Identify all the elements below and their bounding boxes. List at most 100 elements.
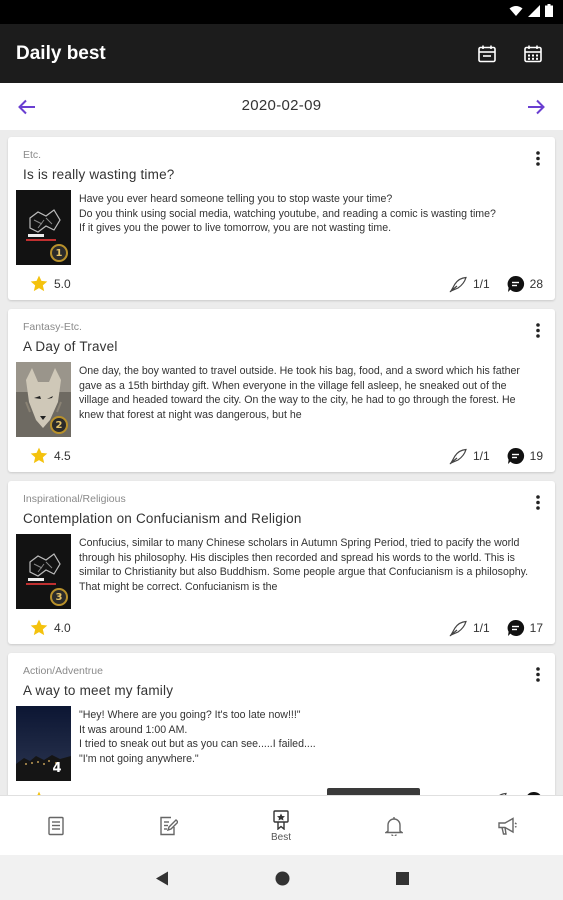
story-title: A way to meet my family	[23, 683, 174, 698]
rank-badge: 1	[50, 244, 68, 262]
story-thumbnail: 2	[16, 362, 71, 437]
episode-value: 1/1	[472, 277, 490, 291]
page-title: Daily best	[16, 42, 106, 64]
comment-count: 17	[507, 619, 543, 637]
comment-value: 19	[529, 449, 543, 463]
story-thumbnail: 4	[16, 706, 71, 781]
comment-icon	[507, 619, 524, 636]
more-vert-icon	[536, 150, 540, 166]
next-date-button[interactable]	[521, 93, 551, 121]
story-excerpt: One day, the boy wanted to travel outsid…	[79, 364, 539, 428]
nav-item-announcements[interactable]	[451, 796, 563, 856]
excerpt-line: One day, the boy wanted to travel outsid…	[79, 365, 520, 421]
signal-icon	[528, 4, 540, 17]
story-thumbnail: 3	[16, 534, 71, 609]
comment-icon	[507, 275, 524, 292]
quill-icon	[449, 620, 467, 636]
more-options-button[interactable]	[527, 319, 549, 341]
rating-value: 4.0	[54, 620, 71, 635]
arrow-right-icon	[528, 99, 545, 115]
nav-label-best: Best	[270, 831, 291, 843]
more-options-button[interactable]	[527, 147, 549, 169]
story-genre: Action/Adventrue	[23, 665, 103, 677]
rank-badge: 2	[50, 416, 68, 434]
excerpt-line: Do you think using social media, watchin…	[79, 207, 496, 220]
status-icons	[509, 4, 553, 17]
comment-count: 19	[507, 447, 543, 465]
comment-icon	[507, 447, 524, 464]
story-rating: 4.0	[30, 619, 71, 636]
rating-value: 4.5	[54, 448, 71, 463]
more-vert-icon	[536, 666, 540, 682]
document-icon	[48, 816, 64, 836]
back-button[interactable]	[151, 867, 173, 889]
excerpt-line: Confucius, similar to many Chinese schol…	[79, 537, 529, 593]
story-rating: 4.5	[30, 447, 71, 464]
star-icon	[30, 447, 48, 464]
home-button[interactable]	[271, 867, 293, 889]
calendar-month-button[interactable]	[510, 31, 555, 76]
best-medal-icon	[273, 809, 289, 830]
wifi-icon	[509, 5, 523, 16]
edit-document-icon	[160, 816, 178, 836]
calendar-day-icon	[477, 45, 496, 62]
star-icon	[30, 619, 48, 636]
story-card[interactable]: Fantasy-Etc. A Day of Travel 2 One day, …	[8, 309, 555, 472]
comment-value: 28	[529, 277, 543, 291]
story-card[interactable]: Action/Adventrue A way to meet my family…	[8, 653, 555, 795]
story-stats: 1/1 17	[449, 619, 543, 637]
date-navigator: 2020-02-09	[0, 83, 563, 130]
more-vert-icon	[536, 494, 540, 510]
story-excerpt: Confucius, similar to many Chinese schol…	[79, 536, 539, 600]
story-card[interactable]: Etc. Is is really wasting time? 1 Have y…	[8, 137, 555, 300]
nav-item-write[interactable]	[112, 796, 224, 856]
more-options-button[interactable]	[527, 663, 549, 685]
story-genre: Etc.	[23, 149, 42, 161]
episode-count: 1/1	[449, 276, 490, 293]
bottom-navigation: Best	[0, 795, 563, 855]
excerpt-line: "Hey! Where are you going? It's too late…	[79, 709, 301, 721]
comment-count: 28	[507, 275, 543, 293]
excerpt-line: "I'm not going anywhere."	[79, 752, 199, 765]
quill-icon	[449, 276, 467, 292]
episode-count: 1/1	[449, 448, 490, 465]
excerpt-line: Have you ever heard someone telling you …	[79, 193, 393, 205]
story-stats: 1/1 28	[449, 275, 543, 293]
more-options-button[interactable]	[527, 491, 549, 513]
episode-value: 1/1	[472, 449, 490, 463]
back-triangle-icon	[156, 871, 168, 885]
more-vert-icon	[536, 322, 540, 338]
excerpt-line: If it gives you the power to live tomorr…	[79, 222, 392, 234]
status-bar	[0, 0, 563, 24]
app-bar: Daily best	[0, 24, 563, 83]
story-title: Contemplation on Confucianism and Religi…	[23, 511, 302, 526]
excerpt-line: It was around 1:00 AM.	[79, 723, 188, 736]
calendar-month-icon	[523, 45, 542, 62]
story-genre: Fantasy-Etc.	[23, 321, 82, 333]
recents-button[interactable]	[391, 867, 413, 889]
story-genre: Inspirational/Religious	[23, 493, 126, 505]
story-excerpt: "Hey! Where are you going? It's too late…	[79, 708, 539, 772]
system-navigation-bar	[0, 855, 563, 900]
story-thumbnail: 1	[16, 190, 71, 265]
rank-badge: 3	[50, 588, 68, 606]
story-stats: 1/1 19	[449, 447, 543, 465]
megaphone-icon	[498, 817, 517, 835]
battery-icon	[545, 4, 553, 17]
calendar-day-button[interactable]	[464, 31, 509, 76]
recents-square-icon	[395, 871, 409, 885]
bell-icon	[385, 817, 403, 836]
best-story-list: Etc. Is is really wasting time? 1 Have y…	[0, 130, 563, 795]
star-icon	[30, 275, 48, 292]
episode-value: 1/1	[472, 621, 490, 635]
nav-item-stories[interactable]	[0, 796, 112, 856]
story-rating: 5.0	[30, 275, 71, 292]
nav-item-best[interactable]: Best	[225, 796, 337, 856]
home-circle-icon	[275, 871, 289, 885]
excerpt-line: I tried to sneak out but as you can see.…	[79, 738, 316, 750]
nav-item-notifications[interactable]	[338, 796, 450, 856]
rank-badge: 4	[52, 760, 62, 776]
story-excerpt: Have you ever heard someone telling you …	[79, 192, 539, 256]
current-date: 2020-02-09	[241, 97, 322, 114]
story-card[interactable]: Inspirational/Religious Contemplation on…	[8, 481, 555, 644]
